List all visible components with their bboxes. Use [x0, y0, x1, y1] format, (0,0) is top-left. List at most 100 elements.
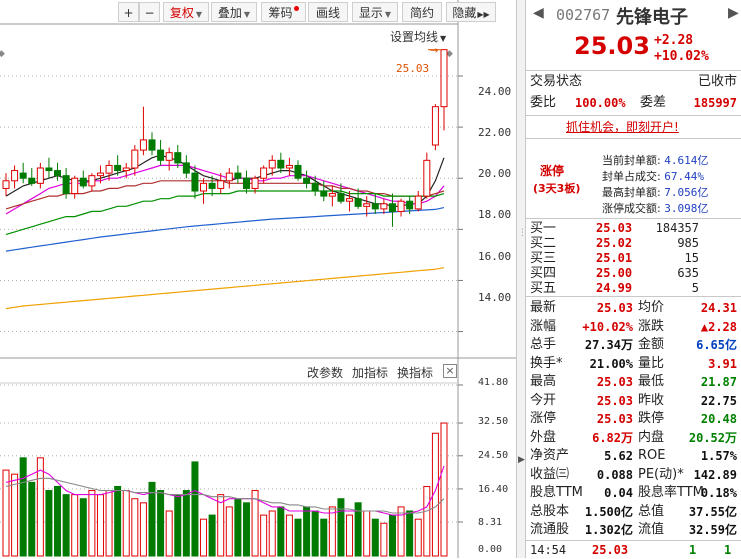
tick-count: 1 [724, 543, 732, 557]
vol-tick-label: 8.31 [478, 517, 503, 528]
candle-body [431, 106, 439, 146]
price-tag-label: 25.03 [396, 62, 430, 75]
weibi-label: 委比 [530, 95, 557, 110]
bid-volume: 635 [677, 266, 699, 280]
hide-button[interactable]: 隐藏▶▶ [446, 2, 496, 22]
candle-body [354, 198, 362, 207]
change-indicator-button[interactable]: 换指标 [397, 364, 433, 381]
last-price: 25.03 [574, 32, 650, 60]
quote-header: ◀ 002767 先锋电子 ▶ 25.03 +2.28 +10.02% [526, 0, 741, 70]
weicha-label: 委差 [640, 95, 667, 110]
bid-row[interactable]: 买三 25.01 15 [526, 251, 741, 266]
zoom-in-button[interactable]: + [118, 2, 139, 22]
volume-bar [174, 494, 182, 557]
weibi-row: 委比 100.00% 委差 185997 [526, 94, 741, 112]
candle-body [423, 159, 431, 197]
stat-row: 流通股 1.302亿 流值 32.59亿 [526, 521, 741, 539]
candle-body [2, 180, 10, 189]
display-button[interactable]: 显示 ▼ [352, 2, 398, 22]
stat-label: 昨收 [638, 392, 665, 408]
candle-body [174, 152, 182, 164]
next-stock-icon[interactable]: ▶ [728, 5, 739, 21]
tick-time: 14:54 [530, 543, 567, 557]
add-indicator-button[interactable]: 加指标 [352, 364, 388, 381]
candle-body [200, 182, 208, 192]
volume-bar [182, 490, 190, 557]
stat-label: 流值 [638, 522, 665, 537]
open-account-link[interactable]: 抓住机会，即刻开户! [566, 118, 679, 135]
stat-value: 5.62 [604, 449, 633, 463]
moving-average-line [5, 267, 445, 310]
stat-row: 最新 25.03 均价 24.31 [526, 299, 741, 317]
volume-bar [19, 457, 27, 557]
bid-row[interactable]: 买二 25.02 985 [526, 236, 741, 251]
candle-body [346, 198, 354, 202]
dropdown-arrow-icon: ▼ [243, 10, 251, 19]
candle-body [105, 164, 113, 174]
simple-button[interactable]: 简约 [402, 2, 442, 22]
stat-label: 流通股 [530, 522, 570, 537]
stat-row: 总手 27.34万 金额 6.65亿 [526, 336, 741, 354]
stat-value: 21.00% [589, 356, 633, 371]
chart-pane[interactable]: ◆ ◆ → + − 复权 ▼ 叠加 ▼ 筹码 画线 显示 ▼ 简约 隐藏▶▶ 设置均线 ▼ … [0, 0, 516, 558]
stat-row: 股息TTM 0.04 股息率TTM 0.18% [526, 484, 741, 502]
draw-line-button[interactable]: 画线 [308, 2, 348, 22]
stat-label: 最高 [530, 374, 557, 389]
ma-settings-button[interactable]: 设置均线 ▼ [390, 28, 446, 45]
bid-label: 买四 [530, 266, 557, 281]
candle-body [157, 149, 165, 161]
kline-chart[interactable]: ◆ ◆→ [0, 0, 516, 558]
bid-volume: 985 [677, 236, 699, 250]
volume-bar [11, 473, 19, 557]
volume-bar [268, 510, 276, 557]
volume-bar [423, 485, 431, 557]
candle-body [311, 182, 319, 192]
volume-bar [139, 502, 147, 557]
y-tick-label: 22.00 [478, 126, 512, 139]
candle-body [122, 167, 130, 172]
stat-value: 32.59亿 [688, 523, 737, 537]
close-icon[interactable]: × [443, 364, 457, 378]
price-change-pct: +10.02% [654, 49, 709, 64]
tick-row: 14:54 25.03 1 1 [526, 541, 741, 559]
collapse-arrow-icon[interactable]: ▶ [518, 455, 525, 465]
panel-splitter[interactable]: ⋮ ▶ [516, 0, 527, 558]
stock-name: 先锋电子 [616, 7, 688, 28]
bid-row[interactable]: 买四 25.00 635 [526, 266, 741, 281]
fuquan-button[interactable]: 复权 ▼ [163, 2, 209, 22]
notification-dot-icon [293, 6, 299, 11]
candle-body [71, 177, 79, 195]
candle-body [88, 175, 96, 187]
prev-stock-icon[interactable]: ◀ [533, 5, 544, 21]
tick-price: 25.03 [592, 543, 629, 557]
trade-status-row: 交易状态 已收市 [526, 73, 741, 91]
volume-bar [225, 506, 233, 557]
bid-row[interactable]: 买五 24.99 5 [526, 281, 741, 296]
volume-bar [303, 506, 311, 557]
bid-price: 25.01 [596, 251, 633, 265]
stat-row: 今开 25.03 昨收 22.75 [526, 392, 741, 410]
stat-value: 20.52万 [688, 430, 737, 445]
volume-bar [320, 518, 328, 557]
volume-bar [380, 522, 388, 557]
stat-label: 总手 [530, 337, 557, 352]
candle-body [320, 190, 328, 197]
candle-body [191, 172, 199, 192]
candle-body [337, 193, 345, 202]
y-tick-label: 16.00 [478, 250, 512, 263]
edit-params-button[interactable]: 改参数 [307, 364, 343, 381]
candle-body [139, 139, 147, 151]
vol-tick-label: 24.50 [478, 450, 509, 461]
candle-body [234, 172, 242, 179]
volume-bar [285, 514, 293, 557]
bid-row[interactable]: 买一 25.03 184357 [526, 221, 741, 236]
stat-label: 股息率TTM [638, 485, 704, 500]
chips-button[interactable]: 筹码 [261, 2, 306, 22]
volume-bar [114, 485, 122, 557]
stat-value: 6.82万 [592, 430, 633, 445]
volume-bar [131, 498, 139, 557]
zoom-out-button[interactable]: − [139, 2, 160, 22]
candle-body [62, 175, 70, 195]
stat-value: 27.34万 [584, 338, 633, 352]
overlay-button[interactable]: 叠加 ▼ [211, 2, 257, 22]
